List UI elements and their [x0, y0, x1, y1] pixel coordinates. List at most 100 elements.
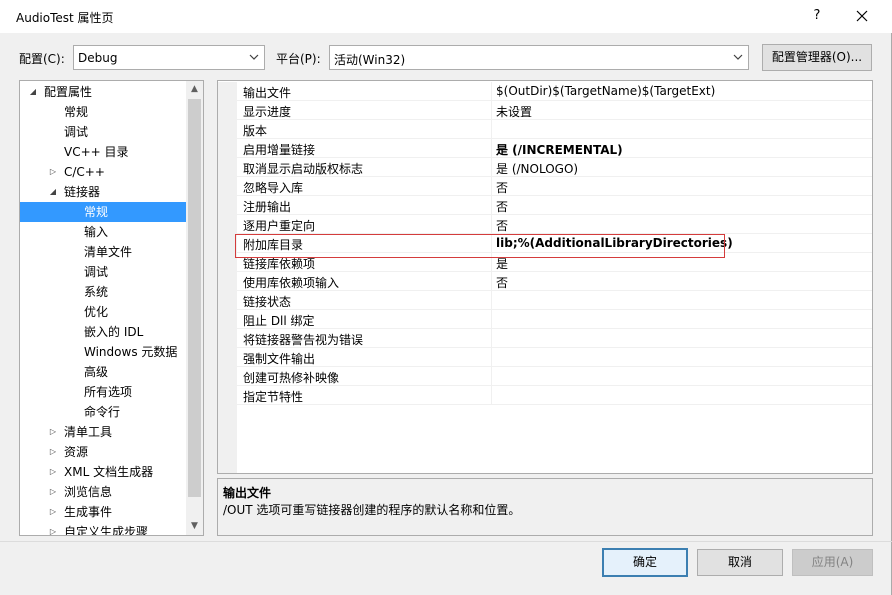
property-value[interactable]: 未设置	[496, 103, 532, 120]
apply-button[interactable]: 应用(A)	[792, 549, 873, 576]
tree-item[interactable]: VC++ 目录	[20, 142, 186, 162]
tree-item[interactable]: ▷ 浏览信息	[20, 482, 186, 502]
property-name: 启用增量链接	[243, 143, 316, 157]
ok-button[interactable]: 确定	[602, 548, 688, 577]
property-name: 将链接器警告视为错误	[243, 333, 364, 347]
property-value[interactable]: 否	[496, 217, 508, 234]
tree-item[interactable]: 调试	[20, 122, 186, 142]
property-row[interactable]: 输出文件 $(OutDir)$(TargetName)$(TargetExt)	[218, 82, 872, 101]
property-row[interactable]: 取消显示启动版权标志 是 (/NOLOGO)	[218, 158, 872, 177]
expand-arrow-icon[interactable]: ▷	[48, 482, 58, 502]
tree-item-label: 输入	[84, 225, 109, 239]
help-button[interactable]: ?	[806, 6, 828, 26]
column-separator	[491, 120, 492, 139]
property-row[interactable]: 指定节特性	[218, 386, 872, 405]
property-value[interactable]: 否	[496, 198, 508, 215]
expand-arrow-icon[interactable]: ▷	[48, 422, 58, 442]
property-row[interactable]: 启用增量链接 是 (/INCREMENTAL)	[218, 139, 872, 158]
tree-item[interactable]: ▷ 生成事件	[20, 502, 186, 522]
property-row[interactable]: 注册输出 否	[218, 196, 872, 215]
property-row[interactable]: 强制文件输出	[218, 348, 872, 367]
scroll-thumb[interactable]	[188, 99, 201, 497]
column-separator	[491, 215, 492, 234]
property-grid[interactable]: 输出文件 $(OutDir)$(TargetName)$(TargetExt) 显示…	[217, 80, 873, 474]
property-row[interactable]: 阻止 Dll 绑定	[218, 310, 872, 329]
tree-item[interactable]: Windows 元数据	[20, 342, 186, 362]
expand-arrow-icon[interactable]: ▷	[48, 442, 58, 462]
property-row[interactable]: 逐用户重定向 否	[218, 215, 872, 234]
tree-item[interactable]: 输入	[20, 222, 186, 242]
platform-label: 平台(P):	[276, 52, 321, 66]
property-row[interactable]: 版本	[218, 120, 872, 139]
tree-item-label: 命令行	[84, 405, 121, 419]
tree-item[interactable]: 命令行	[20, 402, 186, 422]
tree-item-label: 嵌入的 IDL	[84, 325, 144, 339]
tree-scrollbar[interactable]: ▲ ▼	[186, 81, 203, 535]
tree-item[interactable]: 调试	[20, 262, 186, 282]
category-tree[interactable]: ◢ 配置属性 常规 调试 VC++ 目录 ▷ C/C++ ◢ 链接器 常规 输入 清单文件 调试 系统 优化…	[19, 80, 204, 536]
platform-dropdown[interactable]: 活动(Win32)	[329, 45, 749, 70]
title-bar: AudioTest 属性页 ?	[0, 0, 892, 33]
collapse-arrow-icon[interactable]: ◢	[48, 182, 58, 202]
tree-item[interactable]: 常规	[20, 102, 186, 122]
row-gutter	[218, 329, 237, 348]
tree-item[interactable]: ◢ 链接器	[20, 182, 186, 202]
tree-item-label: XML 文档生成器	[64, 465, 154, 479]
configuration-manager-button[interactable]: 配置管理器(O)...	[762, 44, 872, 71]
row-gutter	[218, 158, 237, 177]
tree-item[interactable]: 清单文件	[20, 242, 186, 262]
tree-item[interactable]: ▷ 清单工具	[20, 422, 186, 442]
cancel-button[interactable]: 取消	[697, 549, 783, 576]
tree-item[interactable]: 嵌入的 IDL	[20, 322, 186, 342]
column-separator	[491, 291, 492, 310]
property-value[interactable]: 否	[496, 274, 508, 291]
tree-item[interactable]: 所有选项	[20, 382, 186, 402]
tree-item[interactable]: 高级	[20, 362, 186, 382]
property-row[interactable]: 创建可热修补映像	[218, 367, 872, 386]
collapse-arrow-icon[interactable]: ◢	[28, 82, 38, 102]
property-value[interactable]: 是 (/NOLOGO)	[496, 160, 578, 177]
expand-arrow-icon[interactable]: ▷	[48, 162, 58, 182]
tree-item[interactable]: ◢ 配置属性	[20, 82, 186, 102]
tree-item[interactable]: ▷ 自定义生成步骤	[20, 522, 186, 535]
column-separator	[491, 386, 492, 405]
scroll-down-button[interactable]: ▼	[186, 518, 203, 535]
column-separator	[491, 196, 492, 215]
config-dropdown[interactable]: Debug	[73, 45, 265, 70]
property-row[interactable]: 将链接器警告视为错误	[218, 329, 872, 348]
property-row[interactable]: 使用库依赖项输入 否	[218, 272, 872, 291]
property-value[interactable]: $(OutDir)$(TargetName)$(TargetExt)	[496, 84, 715, 98]
property-value[interactable]: 是 (/INCREMENTAL)	[496, 141, 623, 158]
close-button[interactable]	[848, 5, 876, 27]
row-gutter	[218, 120, 237, 139]
property-row[interactable]: 链接状态	[218, 291, 872, 310]
tree-item-label: 生成事件	[64, 505, 113, 519]
row-gutter	[218, 101, 237, 120]
tree-item-label: 配置属性	[44, 85, 93, 99]
column-separator	[491, 272, 492, 291]
expand-arrow-icon[interactable]: ▷	[48, 502, 58, 522]
tree-item[interactable]: 系统	[20, 282, 186, 302]
row-gutter	[218, 82, 237, 101]
tree-item[interactable]: ▷ 资源	[20, 442, 186, 462]
grid-gutter	[218, 404, 237, 473]
divider	[0, 541, 892, 542]
chevron-down-icon	[249, 54, 259, 60]
tree-item-label: C/C++	[64, 165, 105, 179]
tree-item[interactable]: ▷ C/C++	[20, 162, 186, 182]
property-value[interactable]: 否	[496, 179, 508, 196]
row-gutter	[218, 272, 237, 291]
scroll-up-button[interactable]: ▲	[186, 81, 203, 98]
column-separator	[491, 101, 492, 120]
expand-arrow-icon[interactable]: ▷	[48, 462, 58, 482]
tree-item[interactable]: 常规	[20, 202, 186, 222]
property-row[interactable]: 显示进度 未设置	[218, 101, 872, 120]
property-name: 输出文件	[243, 86, 292, 100]
column-separator	[491, 177, 492, 196]
expand-arrow-icon[interactable]: ▷	[48, 522, 58, 535]
property-name: 注册输出	[243, 200, 292, 214]
tree-item[interactable]: ▷ XML 文档生成器	[20, 462, 186, 482]
tree-item[interactable]: 优化	[20, 302, 186, 322]
property-name: 创建可热修补映像	[243, 371, 340, 385]
property-row[interactable]: 忽略导入库 否	[218, 177, 872, 196]
